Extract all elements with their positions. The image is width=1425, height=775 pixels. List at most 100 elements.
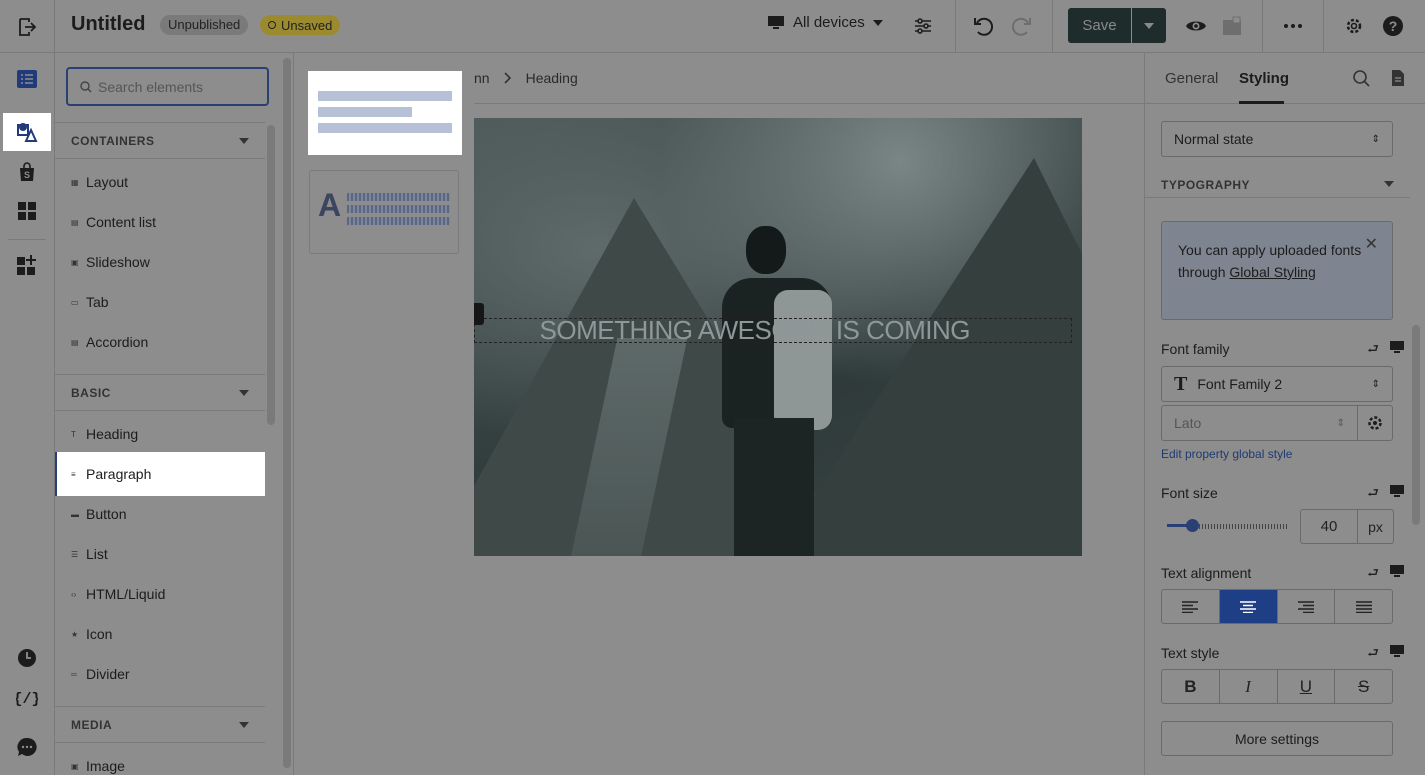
page-title[interactable]: Untitled: [71, 13, 145, 36]
align-left-icon: [1182, 600, 1199, 613]
element-tab[interactable]: ▭ Tab: [55, 282, 265, 322]
element-divider[interactable]: ═ Divider: [55, 654, 265, 694]
more-settings-button[interactable]: More settings: [1161, 721, 1393, 756]
element-drag-handle[interactable]: [474, 303, 484, 325]
element-slideshow[interactable]: ▣ Slideshow: [55, 242, 265, 282]
element-label: Layout: [86, 174, 129, 190]
rail-code-button[interactable]: {/}: [12, 683, 42, 713]
slideshow-icon: ▣: [71, 257, 79, 267]
global-styling-link[interactable]: Global Styling: [1229, 264, 1315, 280]
image-icon: ▣: [71, 761, 79, 771]
bold-button[interactable]: B: [1162, 670, 1220, 703]
element-content-list[interactable]: ▤ Content list: [55, 202, 265, 242]
document-icon[interactable]: [1392, 70, 1404, 86]
search-icon[interactable]: [1353, 70, 1370, 87]
align-left-button[interactable]: [1162, 590, 1220, 623]
font-family-select[interactable]: T Font Family 2 ⇕: [1161, 366, 1393, 402]
help-button[interactable]: ?: [1380, 13, 1406, 39]
rail-history-button[interactable]: [12, 643, 42, 673]
settings-button[interactable]: [1341, 13, 1367, 39]
element-label: HTML/Liquid: [86, 586, 166, 602]
button-icon: ▬: [71, 509, 79, 519]
shapes-icon: [17, 123, 38, 142]
exit-button[interactable]: [0, 0, 55, 53]
device-selector[interactable]: All devices: [767, 14, 883, 31]
element-heading[interactable]: T Heading: [55, 414, 265, 454]
element-layout[interactable]: ▦ Layout: [55, 162, 265, 202]
code-icon: ‹›: [71, 589, 77, 599]
desktop-icon[interactable]: [1389, 644, 1405, 658]
list-icon: [17, 70, 37, 88]
section-containers[interactable]: CONTAINERS: [55, 122, 265, 159]
save-button[interactable]: Save: [1068, 8, 1131, 43]
element-html-liquid[interactable]: ‹› HTML/Liquid: [55, 574, 265, 614]
search-input[interactable]: [98, 78, 258, 95]
gear-icon: [1368, 416, 1382, 430]
hero-image-section[interactable]: SOMETHING AWESOME IS COMING: [474, 118, 1082, 556]
rail-outline-button[interactable]: [12, 64, 42, 94]
properties-panel: General Styling Normal state ⇕ TYPOGRAPH…: [1144, 53, 1425, 775]
heading-icon: T: [71, 429, 76, 439]
font-size-slider[interactable]: [1167, 519, 1287, 532]
underline-button[interactable]: U: [1278, 670, 1336, 703]
element-image[interactable]: ▣ Image: [55, 746, 265, 775]
align-center-button[interactable]: [1219, 590, 1278, 623]
rail-apps-button[interactable]: [12, 250, 42, 280]
section-basic[interactable]: BASIC: [55, 374, 265, 411]
reset-icon[interactable]: ⮐: [1367, 644, 1379, 666]
settings-sliders-button[interactable]: [910, 13, 936, 39]
undo-button[interactable]: [971, 13, 997, 39]
element-icon[interactable]: ★ Icon: [55, 614, 265, 654]
tab-general[interactable]: General: [1165, 70, 1218, 87]
paragraph-template-dropcap[interactable]: A: [309, 170, 459, 254]
element-label: Paragraph: [86, 466, 152, 482]
element-accordion[interactable]: ▤ Accordion: [55, 322, 265, 362]
font-family-label-icons: ⮐: [1367, 340, 1405, 362]
element-list[interactable]: ☰ List: [55, 534, 265, 574]
paragraph-template-plain[interactable]: [308, 71, 462, 155]
element-paragraph[interactable]: ≡ Paragraph: [55, 452, 265, 496]
state-select[interactable]: Normal state ⇕: [1161, 121, 1393, 157]
desktop-icon[interactable]: [1389, 340, 1405, 354]
strikethrough-button[interactable]: S: [1335, 670, 1392, 703]
align-right-button[interactable]: [1278, 590, 1336, 623]
font-select[interactable]: Lato ⇕: [1161, 405, 1358, 441]
more-options-button[interactable]: [1280, 13, 1306, 39]
font-size-unit[interactable]: px: [1357, 509, 1394, 544]
rail-add-elements-button[interactable]: [3, 113, 51, 151]
tab-styling[interactable]: Styling: [1239, 70, 1289, 87]
align-justify-button[interactable]: [1335, 590, 1392, 623]
hero-heading[interactable]: SOMETHING AWESOME IS COMING: [474, 315, 971, 346]
italic-button[interactable]: I: [1220, 670, 1278, 703]
reset-icon[interactable]: ⮐: [1367, 340, 1379, 362]
rail-chat-button[interactable]: [12, 732, 42, 762]
rail-templates-button[interactable]: [12, 196, 42, 226]
redo-button[interactable]: [1008, 13, 1034, 39]
preview-button[interactable]: [1183, 13, 1209, 39]
reset-icon[interactable]: ⮐: [1367, 564, 1379, 586]
font-settings-button[interactable]: [1357, 405, 1393, 441]
svg-text:S: S: [24, 170, 30, 180]
edit-global-style-link[interactable]: Edit property global style: [1161, 447, 1292, 461]
save-options-button[interactable]: [1132, 8, 1166, 43]
accordion-icon: ▤: [71, 337, 79, 347]
desktop-icon[interactable]: [1389, 564, 1405, 578]
section-typography[interactable]: TYPOGRAPHY: [1145, 172, 1410, 198]
element-button[interactable]: ▬ Button: [55, 494, 265, 534]
breadcrumb-current[interactable]: Heading: [526, 70, 578, 86]
publish-button[interactable]: [1219, 13, 1245, 39]
search-box[interactable]: [66, 67, 269, 106]
panel-outer-scrollbar[interactable]: [283, 58, 291, 768]
shopping-bag-icon: S: [20, 162, 34, 181]
rail-shopify-button[interactable]: S: [12, 157, 42, 187]
properties-scrollbar[interactable]: [1412, 325, 1420, 525]
section-media[interactable]: MEDIA: [55, 706, 265, 743]
panel-scrollbar[interactable]: [267, 125, 275, 425]
reset-icon[interactable]: ⮐: [1367, 484, 1379, 506]
slider-knob[interactable]: [1186, 519, 1199, 532]
desktop-icon[interactable]: [1389, 484, 1405, 498]
close-icon[interactable]: ✕: [1365, 234, 1378, 256]
breadcrumb-item[interactable]: nn: [474, 70, 490, 86]
font-size-input[interactable]: 40: [1300, 509, 1358, 544]
text-style-label-icons: ⮐: [1367, 644, 1405, 666]
